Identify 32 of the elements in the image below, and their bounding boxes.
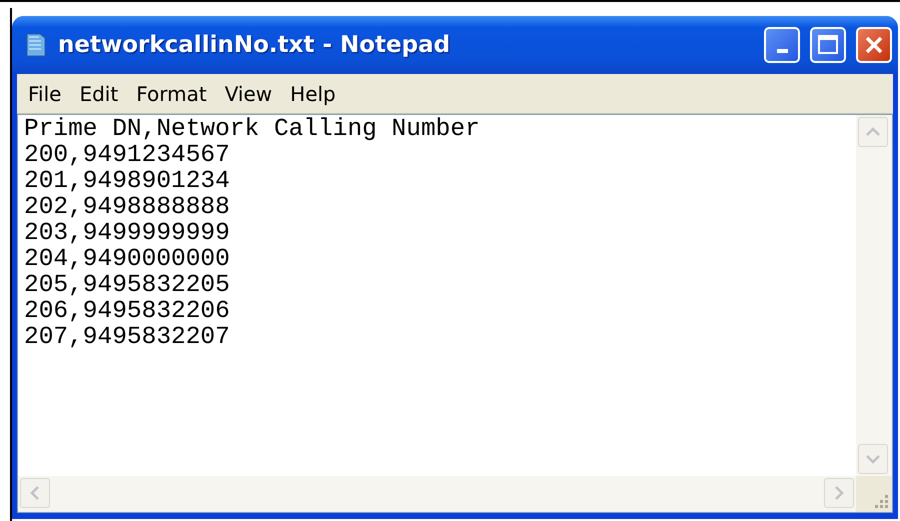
menu-item[interactable]: View <box>218 76 280 110</box>
text-line: 205,9495832205 <box>24 273 231 299</box>
text-line: 203,9499999999 <box>24 221 231 247</box>
text-line: 207,9495832207 <box>24 325 231 351</box>
minimize-icon <box>776 49 788 53</box>
chevron-up-icon <box>865 127 881 137</box>
menu-item[interactable]: Edit <box>72 76 126 110</box>
vertical-scrollbar[interactable] <box>856 115 892 476</box>
text-line: 202,9498888888 <box>24 195 231 221</box>
chevron-down-icon <box>865 454 881 464</box>
text-line: 201,9498901234 <box>24 169 231 195</box>
text-line: 200,9491234567 <box>24 143 231 169</box>
text-line: Prime DN,Network Calling Number <box>24 117 481 143</box>
close-button[interactable] <box>856 27 892 63</box>
maximize-icon <box>817 34 839 56</box>
minimize-button[interactable] <box>764 27 800 63</box>
text-line: 204,9490000000 <box>24 247 231 273</box>
chevron-left-icon <box>30 485 40 501</box>
resize-grip-icon[interactable] <box>873 493 889 509</box>
scroll-left-button[interactable] <box>20 478 50 508</box>
close-icon <box>863 34 885 56</box>
scroll-right-button[interactable] <box>824 478 854 508</box>
notepad-icon <box>24 31 48 59</box>
menu-item[interactable]: File <box>21 76 68 110</box>
text-line: 206,9495832206 <box>24 299 231 325</box>
scroll-down-button[interactable] <box>858 444 888 474</box>
menu-item[interactable]: Format <box>129 76 214 110</box>
menu-item[interactable]: Help <box>283 76 343 110</box>
window-title: networkcallinNo.txt - Notepad <box>58 30 452 60</box>
maximize-button[interactable] <box>810 27 846 63</box>
chevron-right-icon <box>834 485 844 501</box>
scroll-up-button[interactable] <box>858 117 888 147</box>
